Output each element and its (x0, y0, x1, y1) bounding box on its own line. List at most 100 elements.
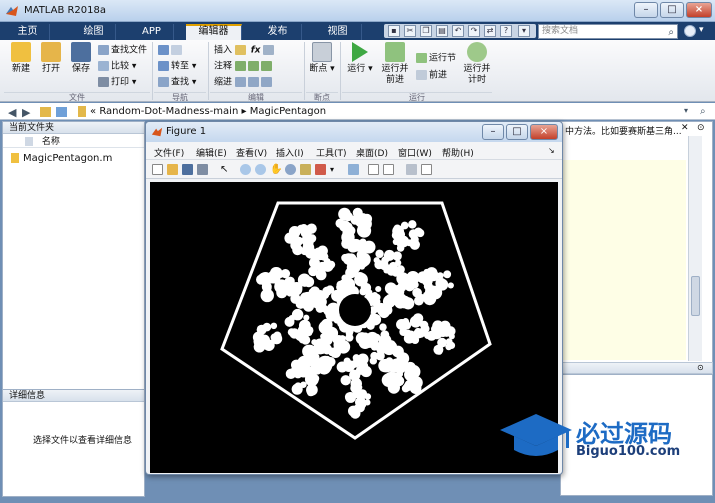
forward-arrow-icon[interactable]: ▶ (22, 106, 30, 119)
customize-quick-icon[interactable]: ▾ (518, 25, 530, 37)
back-arrow-icon[interactable]: ◀ (8, 106, 16, 119)
redo-quick-icon[interactable]: ↷ (468, 25, 480, 37)
menu-dock-icon[interactable]: ↘ (548, 146, 555, 155)
run-section-button[interactable]: 运行节 (416, 53, 456, 65)
forward-icon (171, 45, 182, 55)
close-button[interactable]: × (686, 2, 712, 18)
pointer-icon[interactable]: ↖ (220, 164, 231, 175)
zoom-out-icon[interactable] (255, 164, 266, 175)
back-forward-buttons[interactable] (158, 45, 184, 57)
indent-button[interactable]: 缩进 (214, 77, 274, 89)
compare-icon (98, 61, 109, 71)
breakpoints-button[interactable]: 断点 ▾ (308, 42, 336, 75)
up-folder-icon[interactable] (40, 107, 51, 117)
current-folder-title: 当前文件夹 (3, 122, 144, 134)
comment-button[interactable]: 注释 (214, 61, 274, 73)
save-quick-icon[interactable]: ▪ (388, 25, 400, 37)
matlab-logo-icon (151, 126, 163, 138)
outdent-icon (260, 77, 272, 87)
copy-quick-icon[interactable]: ❐ (420, 25, 432, 37)
brush-dropdown-icon[interactable]: ▾ (330, 164, 341, 175)
maximize-button[interactable]: □ (660, 2, 684, 18)
save-figure-icon[interactable] (182, 164, 193, 175)
insert-legend-icon[interactable] (383, 164, 394, 175)
advance-button[interactable]: 前进 (416, 70, 447, 82)
run-and-advance-button[interactable]: 运行并 前进 (380, 42, 410, 86)
panel-close-icon[interactable]: ✕ (681, 123, 689, 133)
column-header-name[interactable]: 名称 (3, 136, 144, 148)
ribbon-separator (208, 42, 209, 100)
editor-text-line: 中方法。比如要赛斯基三角... (565, 127, 682, 137)
open-folder-icon (41, 42, 61, 62)
undo-quick-icon[interactable]: ↶ (452, 25, 464, 37)
menu-help[interactable]: 帮助(H) (442, 146, 474, 159)
open-button[interactable]: 打开 (38, 42, 64, 75)
search-placeholder: 搜索文档 (542, 26, 579, 36)
menu-window[interactable]: 窗口(W) (398, 146, 432, 159)
help-quick-icon[interactable]: ? (500, 25, 512, 37)
figure-close-button[interactable]: × (530, 124, 558, 140)
tab-plots[interactable]: 绘图 (72, 24, 116, 40)
search-icon[interactable]: ⌕ (668, 26, 674, 39)
file-list-item[interactable]: MagicPentagon.m (11, 153, 112, 164)
switch-windows-icon[interactable]: ⇄ (484, 25, 496, 37)
menu-tools[interactable]: 工具(T) (316, 146, 347, 159)
watermark-logo: 必过源码 Biguo100.com (496, 410, 715, 500)
breadcrumb-item[interactable]: Random-Dot-Madness-main (99, 106, 238, 117)
menu-insert[interactable]: 插入(I) (276, 146, 304, 159)
panel-options-icon[interactable]: ⊙ (697, 123, 705, 133)
paste-quick-icon[interactable]: ▤ (436, 25, 448, 37)
hide-plot-tools-icon[interactable] (406, 164, 417, 175)
editor-code-area[interactable] (561, 160, 686, 360)
tab-editor[interactable]: 编辑器 (186, 24, 242, 40)
menu-desktop[interactable]: 桌面(D) (356, 146, 388, 159)
breakpoints-icon (312, 42, 332, 62)
group-label-edit: 编辑 (210, 92, 302, 102)
tab-publish[interactable]: 发布 (254, 24, 302, 40)
run-button[interactable]: 运行 ▾ (346, 42, 374, 75)
search-folder-icon[interactable]: ⌕ (700, 106, 706, 117)
zoom-in-icon[interactable] (240, 164, 251, 175)
run-and-time-button[interactable]: 运行并 计时 (462, 42, 492, 86)
menu-edit[interactable]: 编辑(E) (196, 146, 227, 159)
new-figure-icon[interactable] (152, 164, 163, 175)
cut-quick-icon[interactable]: ✂ (404, 25, 416, 37)
minimize-button[interactable]: – (634, 2, 658, 18)
breadcrumb-item[interactable]: MagicPentagon (250, 106, 326, 117)
tab-home[interactable]: 主页 (6, 24, 50, 40)
address-dropdown-icon[interactable]: ▾ (684, 106, 688, 115)
show-plot-tools-icon[interactable] (421, 164, 432, 175)
menu-file[interactable]: 文件(F) (154, 146, 184, 159)
tab-view[interactable]: 视图 (314, 24, 362, 40)
vertical-scrollbar[interactable] (688, 136, 702, 361)
print-button[interactable]: 打印 ▾ (98, 77, 136, 89)
link-plot-icon[interactable] (348, 164, 359, 175)
browse-folder-icon[interactable] (56, 107, 67, 117)
scrollbar-thumb[interactable] (691, 276, 700, 316)
search-input[interactable]: 搜索文档 ⌕ (538, 24, 678, 39)
insert-dropdown-icon (263, 45, 275, 55)
insert-colorbar-icon[interactable] (368, 164, 379, 175)
open-file-icon[interactable] (167, 164, 178, 175)
collapse-ribbon-icon[interactable]: ▾ (699, 25, 704, 35)
panel-options-icon[interactable]: ⊙ (697, 363, 704, 372)
new-button[interactable]: 新建 (8, 42, 34, 75)
find-files-button[interactable]: 查找文件 (98, 45, 147, 57)
breadcrumb[interactable]: « Random-Dot-Madness-main ▸ MagicPentago… (90, 106, 326, 117)
go-to-button[interactable]: 转至 ▾ (158, 61, 196, 73)
folder-icon (78, 106, 86, 117)
save-button[interactable]: 保存 (68, 42, 94, 75)
data-cursor-icon[interactable] (300, 164, 311, 175)
rotate-3d-icon[interactable] (285, 164, 296, 175)
pan-icon[interactable]: ✋ (270, 164, 282, 175)
find-button[interactable]: 查找 ▾ (158, 77, 196, 89)
menu-view[interactable]: 查看(V) (236, 146, 267, 159)
notification-icon[interactable] (684, 25, 696, 37)
figure-maximize-button[interactable]: □ (506, 124, 528, 140)
figure-minimize-button[interactable]: – (482, 124, 504, 140)
tab-apps[interactable]: APP (130, 24, 174, 40)
insert-button[interactable]: 插入 fx (214, 45, 276, 57)
brush-icon[interactable] (315, 164, 326, 175)
print-figure-icon[interactable] (197, 164, 208, 175)
compare-button[interactable]: 比较 ▾ (98, 61, 136, 73)
